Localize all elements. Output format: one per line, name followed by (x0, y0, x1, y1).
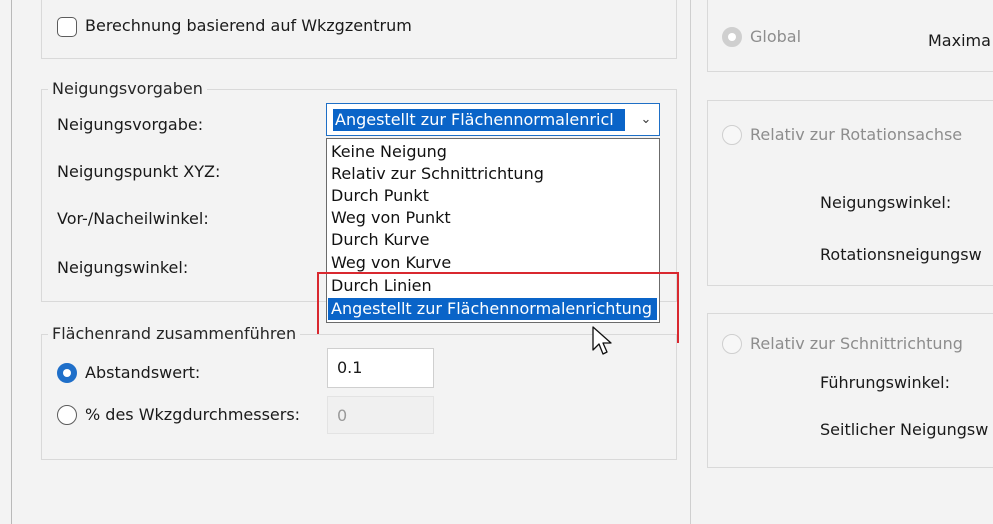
percent-input[interactable]: 0 (327, 396, 434, 434)
percent-radio[interactable] (57, 405, 77, 425)
side-tilt-label: Seitlicher Neigungsw (820, 420, 989, 439)
panel-divider (690, 0, 691, 524)
chevron-down-icon[interactable]: ⌄ (637, 111, 655, 129)
tool-center-label: Berechnung basierend auf Wkzgzentrum (85, 16, 412, 35)
dropdown-option[interactable]: Keine Neigung (328, 141, 657, 163)
tilt-default-combobox[interactable]: Angestellt zur Flächennormalenricl ⌄ (326, 103, 660, 136)
tilt-angle-right-label: Neigungswinkel: (820, 193, 952, 212)
maxima-label: Maxima (928, 31, 991, 50)
rotation-axis-label: Relativ zur Rotationsachse (750, 125, 963, 144)
tool-center-checkbox[interactable] (57, 17, 77, 37)
highlight-box (317, 272, 679, 343)
cut-direction-radio[interactable] (722, 334, 742, 354)
tilt-group-legend: Neigungsvorgaben (48, 80, 207, 98)
distance-input[interactable]: 0.1 (327, 348, 434, 388)
guide-angle-label: Führungswinkel: (820, 373, 951, 392)
dropdown-option[interactable]: Weg von Punkt (328, 207, 657, 229)
edge-group-legend: Flächenrand zusammenführen (48, 325, 301, 343)
rotation-tilt-label: Rotationsneigungsw (820, 245, 982, 264)
distance-radio[interactable] (57, 363, 77, 383)
dropdown-option[interactable]: Durch Kurve (328, 229, 657, 251)
percent-label: % des Wkzgdurchmessers: (85, 405, 301, 424)
lead-lag-label: Vor-/Nacheilwinkel: (57, 209, 209, 228)
global-label: Global (750, 27, 802, 46)
tilt-angle-label: Neigungswinkel: (57, 258, 189, 277)
rotation-axis-radio[interactable] (722, 125, 742, 145)
tilt-point-label: Neigungspunkt XYZ: (57, 162, 221, 181)
dropdown-option[interactable]: Relativ zur Schnittrichtung (328, 163, 657, 185)
global-radio[interactable] (722, 27, 742, 47)
dropdown-option[interactable]: Weg von Kurve (328, 252, 657, 274)
combobox-selected-value: Angestellt zur Flächennormalenricl (333, 109, 625, 131)
mouse-cursor-icon (592, 326, 612, 355)
cut-direction-label: Relativ zur Schnittrichtung (750, 334, 963, 353)
left-divider (11, 0, 12, 524)
distance-label: Abstandswert: (85, 363, 201, 382)
dropdown-option[interactable]: Durch Punkt (328, 185, 657, 207)
tilt-default-label: Neigungsvorgabe: (57, 115, 204, 134)
